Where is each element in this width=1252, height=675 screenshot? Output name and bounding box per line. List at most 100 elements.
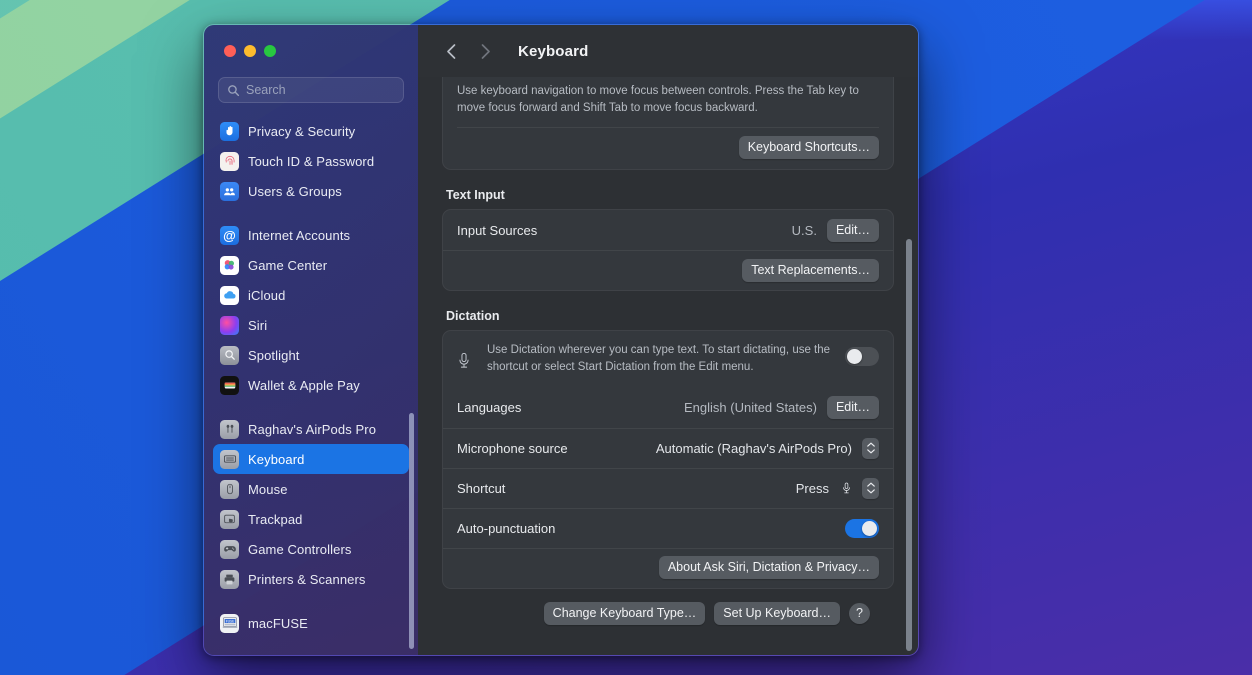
sidebar-item-label: Raghav's AirPods Pro bbox=[248, 422, 376, 437]
shortcut-stepper[interactable] bbox=[862, 478, 879, 499]
dictation-card: Use Dictation wherever you can type text… bbox=[442, 330, 894, 588]
microphone-icon bbox=[457, 342, 475, 371]
auto-punctuation-row: Auto-punctuation bbox=[443, 508, 893, 548]
chevron-up-icon bbox=[867, 442, 875, 447]
sidebar-item-printers-scanners[interactable]: Printers & Scanners bbox=[213, 564, 409, 594]
trackpad-icon bbox=[220, 510, 239, 529]
dictation-description: Use Dictation wherever you can type text… bbox=[487, 342, 833, 375]
game-center-icon bbox=[220, 256, 239, 275]
sidebar-item-label: Printers & Scanners bbox=[248, 572, 366, 587]
auto-punctuation-toggle[interactable] bbox=[845, 519, 879, 538]
chevron-down-icon bbox=[867, 449, 875, 454]
sidebar-item-wallet-apple-pay[interactable]: Wallet & Apple Pay bbox=[213, 370, 409, 400]
page-title: Keyboard bbox=[518, 43, 588, 60]
input-sources-edit-button[interactable]: Edit… bbox=[827, 219, 879, 242]
microphone-source-stepper[interactable] bbox=[862, 438, 879, 459]
shortcut-row: Shortcut Press bbox=[443, 468, 893, 508]
input-sources-value: U.S. bbox=[792, 223, 817, 238]
languages-value: English (United States) bbox=[684, 400, 817, 415]
sidebar-item-mouse[interactable]: Mouse bbox=[213, 474, 409, 504]
zoom-button[interactable] bbox=[264, 45, 276, 57]
sidebar-item-label: Touch ID & Password bbox=[248, 154, 374, 169]
change-keyboard-type-button[interactable]: Change Keyboard Type… bbox=[544, 602, 706, 625]
sidebar-item-keyboard[interactable]: Keyboard bbox=[213, 444, 409, 474]
sidebar-item-icloud[interactable]: iCloud bbox=[213, 280, 409, 310]
minimize-button[interactable] bbox=[244, 45, 256, 57]
sidebar-item-label: Mouse bbox=[248, 482, 288, 497]
content-pane: Keyboard Use keyboard navigation to move… bbox=[418, 25, 918, 655]
sidebar-item-users-groups[interactable]: Users & Groups bbox=[213, 176, 409, 206]
languages-row: Languages English (United States) Edit… bbox=[443, 388, 893, 428]
macfuse-icon: FUSE bbox=[220, 614, 239, 633]
close-button[interactable] bbox=[224, 45, 236, 57]
forward-button[interactable] bbox=[470, 36, 500, 66]
search-icon bbox=[227, 84, 240, 97]
search-box[interactable] bbox=[218, 77, 404, 103]
toggle-knob bbox=[862, 521, 877, 536]
sidebar-item-airpods-pro[interactable]: Raghav's AirPods Pro bbox=[213, 414, 409, 444]
sidebar: Privacy & Security Touch ID & Password bbox=[204, 25, 418, 655]
printer-icon bbox=[220, 570, 239, 589]
sidebar-item-label: Privacy & Security bbox=[248, 124, 355, 139]
about-privacy-row: About Ask Siri, Dictation & Privacy… bbox=[443, 548, 893, 588]
microphone-source-value: Automatic (Raghav's AirPods Pro) bbox=[656, 441, 852, 456]
keyboard-navigation-card: Use keyboard navigation to move focus be… bbox=[442, 77, 894, 170]
sidebar-group-gap bbox=[213, 206, 409, 220]
sidebar-item-game-controllers[interactable]: Game Controllers bbox=[213, 534, 409, 564]
search-input[interactable] bbox=[246, 83, 395, 97]
sidebar-item-label: macFUSE bbox=[248, 616, 308, 631]
shortcut-microphone-icon bbox=[841, 481, 852, 496]
sidebar-item-label: Game Controllers bbox=[248, 542, 351, 557]
languages-edit-button[interactable]: Edit… bbox=[827, 396, 879, 419]
text-replacements-button[interactable]: Text Replacements… bbox=[742, 259, 879, 282]
microphone-source-row: Microphone source Automatic (Raghav's Ai… bbox=[443, 428, 893, 468]
spotlight-magnifier-icon bbox=[220, 346, 239, 365]
sidebar-group: Privacy & Security Touch ID & Password bbox=[213, 116, 409, 206]
sidebar-item-game-center[interactable]: Game Center bbox=[213, 250, 409, 280]
set-up-keyboard-button[interactable]: Set Up Keyboard… bbox=[714, 602, 840, 625]
sidebar-item-macfuse[interactable]: FUSE macFUSE bbox=[213, 608, 409, 638]
sidebar-scroll-list[interactable]: Privacy & Security Touch ID & Password bbox=[204, 111, 418, 655]
back-button[interactable] bbox=[436, 36, 466, 66]
help-button[interactable]: ? bbox=[849, 603, 870, 624]
shortcut-value: Press bbox=[796, 481, 829, 496]
sidebar-group: FUSE macFUSE bbox=[213, 608, 409, 638]
wallet-icon bbox=[220, 376, 239, 395]
svg-text:FUSE: FUSE bbox=[225, 619, 234, 623]
mouse-icon bbox=[220, 480, 239, 499]
auto-punctuation-label: Auto-punctuation bbox=[457, 521, 555, 536]
sidebar-group: @ Internet Accounts Game Center bbox=[213, 220, 409, 400]
languages-label: Languages bbox=[457, 400, 521, 415]
keyboard-navigation-description: Use keyboard navigation to move focus be… bbox=[443, 83, 893, 116]
text-input-section-title: Text Input bbox=[446, 188, 894, 202]
sidebar-item-touch-id-password[interactable]: Touch ID & Password bbox=[213, 146, 409, 176]
content-scrollbar[interactable] bbox=[906, 239, 912, 651]
about-ask-siri-dictation-privacy-button[interactable]: About Ask Siri, Dictation & Privacy… bbox=[659, 556, 879, 579]
icloud-cloud-icon bbox=[220, 286, 239, 305]
keyboard-shortcuts-row: Keyboard Shortcuts… bbox=[443, 128, 893, 169]
chevron-down-icon bbox=[867, 489, 875, 494]
sidebar-item-siri[interactable]: Siri bbox=[213, 310, 409, 340]
siri-orb-icon bbox=[220, 316, 239, 335]
dictation-section-title: Dictation bbox=[446, 309, 894, 323]
sidebar-item-label: Wallet & Apple Pay bbox=[248, 378, 360, 393]
text-input-card: Input Sources U.S. Edit… Text Replacemen… bbox=[442, 209, 894, 291]
privacy-hand-icon bbox=[220, 122, 239, 141]
sidebar-item-label: Siri bbox=[248, 318, 267, 333]
touch-id-fingerprint-icon bbox=[220, 152, 239, 171]
sidebar-scrollbar[interactable] bbox=[409, 413, 414, 649]
sidebar-item-trackpad[interactable]: Trackpad bbox=[213, 504, 409, 534]
system-settings-window: Privacy & Security Touch ID & Password bbox=[203, 24, 919, 656]
dictation-toggle[interactable] bbox=[845, 347, 879, 366]
sidebar-group-gap bbox=[213, 400, 409, 414]
traffic-light-buttons bbox=[204, 25, 418, 77]
sidebar-item-privacy-security[interactable]: Privacy & Security bbox=[213, 116, 409, 146]
input-sources-row: Input Sources U.S. Edit… bbox=[443, 210, 893, 250]
sidebar-item-label: Users & Groups bbox=[248, 184, 342, 199]
settings-scroll-area[interactable]: Use keyboard navigation to move focus be… bbox=[418, 77, 918, 655]
sidebar-item-spotlight[interactable]: Spotlight bbox=[213, 340, 409, 370]
sidebar-item-label: Internet Accounts bbox=[248, 228, 350, 243]
sidebar-item-internet-accounts[interactable]: @ Internet Accounts bbox=[213, 220, 409, 250]
sidebar-group: Raghav's AirPods Pro Keyboard bbox=[213, 414, 409, 594]
keyboard-shortcuts-button[interactable]: Keyboard Shortcuts… bbox=[739, 136, 879, 159]
